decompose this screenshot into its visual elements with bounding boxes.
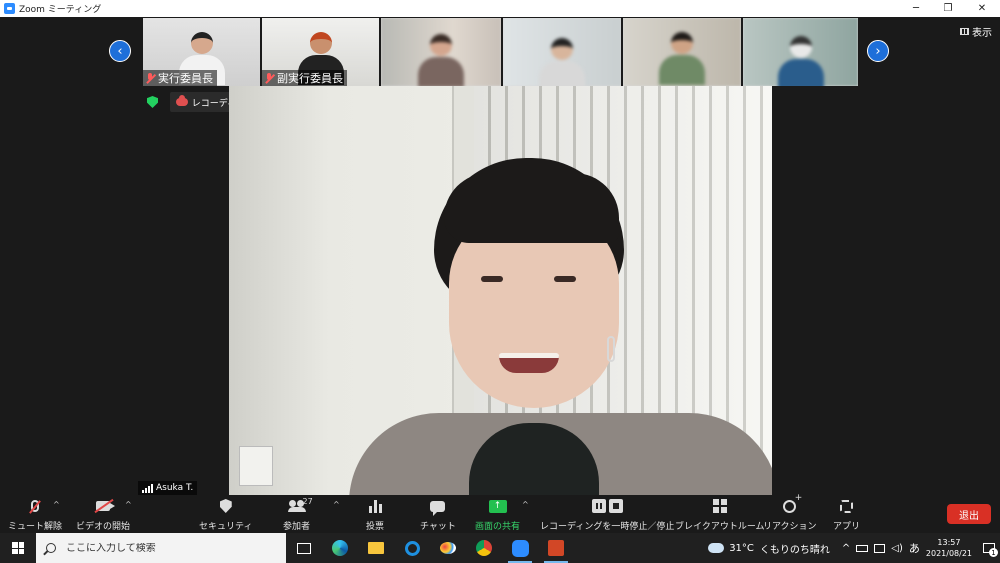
- recording-controls-icon: [591, 499, 623, 513]
- leave-meeting-button[interactable]: 退出: [947, 504, 991, 524]
- show-hidden-icons-button[interactable]: ^: [842, 543, 850, 554]
- weather-temperature[interactable]: 31°C: [729, 543, 754, 554]
- signal-strength-icon: [142, 483, 153, 493]
- participant-thumbnail[interactable]: [381, 18, 501, 86]
- apps-icon: [840, 499, 853, 513]
- zoom-icon: [511, 539, 529, 557]
- participant-thumbnail[interactable]: [623, 18, 741, 86]
- poll-icon: [368, 499, 382, 513]
- apps-button[interactable]: アプリ: [833, 497, 860, 532]
- clock-date: 2021/08/21: [925, 549, 972, 558]
- chat-icon: [430, 500, 446, 516]
- zoom-logo-icon: [4, 3, 15, 14]
- paint-app[interactable]: [430, 533, 466, 563]
- clock-time: 13:57: [937, 538, 961, 547]
- participants-button[interactable]: 27 参加者: [283, 497, 313, 532]
- security-button[interactable]: セキュリティ: [199, 497, 252, 532]
- taskbar-clock[interactable]: 13:57 2021/08/21: [926, 537, 972, 559]
- muted-mic-icon: [265, 72, 274, 84]
- encryption-shield-icon[interactable]: [147, 96, 158, 108]
- meeting-toolbar: ミュート解除 ^ ビデオの開始 ^ セキュリティ 27 参加者 ^ 投票 チャッ…: [0, 493, 1000, 533]
- close-button[interactable]: ✕: [966, 0, 998, 17]
- participant-thumbnail[interactable]: [743, 18, 858, 86]
- share-options-caret[interactable]: ^: [522, 500, 529, 509]
- search-icon: [46, 543, 56, 553]
- battery-icon[interactable]: [856, 544, 869, 552]
- windows-taskbar: 31°C くもりのち晴れ ^ ◁) あ 13:57 2021/08/21 1: [0, 533, 1000, 563]
- participant-count: 27: [302, 497, 313, 506]
- chat-button[interactable]: チャット: [420, 497, 456, 532]
- edge-app[interactable]: [322, 533, 358, 563]
- window-title: Zoom ミーティング: [19, 5, 102, 15]
- ie-icon: [404, 540, 420, 556]
- share-screen-icon: ↑: [488, 499, 507, 513]
- edge-icon: [332, 540, 348, 556]
- notification-center-button[interactable]: 1: [978, 533, 1000, 563]
- reactions-button[interactable]: リアクション: [763, 493, 817, 533]
- share-screen-button[interactable]: ↑ 画面の共有: [475, 497, 520, 532]
- active-speaker-video: [229, 86, 772, 495]
- reaction-icon: [783, 493, 802, 513]
- participant-name-label: 副実行委員長: [262, 70, 347, 86]
- chrome-icon: [476, 540, 492, 556]
- polls-button[interactable]: 投票: [365, 497, 385, 532]
- participants-options-caret[interactable]: ^: [333, 500, 340, 509]
- weather-icon: [706, 539, 725, 553]
- shield-icon: [219, 499, 232, 513]
- taskbar-search[interactable]: [36, 533, 286, 563]
- powerpoint-app[interactable]: [538, 533, 574, 563]
- pause-stop-recording-button[interactable]: レコーディングを一時停止／停止: [540, 497, 674, 532]
- start-video-button[interactable]: ビデオの開始: [76, 497, 130, 532]
- cloud-recording-icon: [176, 95, 188, 106]
- zoom-app[interactable]: [502, 533, 538, 563]
- gallery-prev-button[interactable]: ‹: [109, 40, 131, 62]
- windows-logo-icon: [12, 542, 24, 554]
- minimize-button[interactable]: ─: [900, 0, 932, 17]
- gallery-next-button[interactable]: ›: [867, 40, 889, 62]
- folder-icon: [368, 542, 384, 554]
- task-view-icon: [297, 542, 311, 554]
- task-view-button[interactable]: [286, 533, 322, 563]
- view-toggle-button[interactable]: 表示: [960, 24, 992, 39]
- speaker-name-badge: Asuka T.: [138, 481, 198, 495]
- volume-icon[interactable]: ◁): [891, 543, 903, 554]
- gallery-view-icon: [960, 28, 969, 35]
- muted-mic-icon: [146, 72, 155, 84]
- breakout-rooms-button[interactable]: ブレイクアウトルーム: [675, 497, 765, 532]
- system-tray: 31°C くもりのち晴れ ^ ◁) あ 13:57 2021/08/21 1: [706, 533, 1000, 563]
- video-off-icon: [96, 501, 115, 511]
- audio-options-caret[interactable]: ^: [53, 500, 60, 509]
- video-options-caret[interactable]: ^: [125, 500, 132, 509]
- weather-condition[interactable]: くもりのち晴れ: [760, 541, 830, 556]
- breakout-rooms-icon: [712, 499, 727, 513]
- title-bar: Zoom ミーティング ─ ❐ ✕: [0, 0, 1000, 17]
- start-button[interactable]: [0, 533, 36, 563]
- ime-mode-indicator[interactable]: あ: [909, 540, 920, 556]
- chrome-app[interactable]: [466, 533, 502, 563]
- participant-name-label: 実行委員長: [143, 70, 217, 86]
- restore-button[interactable]: ❐: [932, 0, 964, 17]
- participant-thumbnail[interactable]: [503, 18, 621, 86]
- muted-mic-icon: [31, 500, 39, 512]
- participant-thumbnail[interactable]: 副実行委員長: [262, 18, 379, 86]
- powerpoint-icon: [548, 540, 564, 556]
- network-icon[interactable]: [874, 543, 886, 553]
- internet-explorer-app[interactable]: [394, 533, 430, 563]
- participant-thumbnail[interactable]: 実行委員長: [143, 18, 260, 86]
- notification-badge: 1: [989, 548, 998, 557]
- file-explorer-app[interactable]: [358, 533, 394, 563]
- paint-icon: [440, 542, 456, 554]
- taskbar-search-input[interactable]: [66, 542, 266, 554]
- zoom-window: Zoom ミーティング ─ ❐ ✕ ‹ › 実行委員長 副実行委員長 表示 As…: [0, 0, 1000, 563]
